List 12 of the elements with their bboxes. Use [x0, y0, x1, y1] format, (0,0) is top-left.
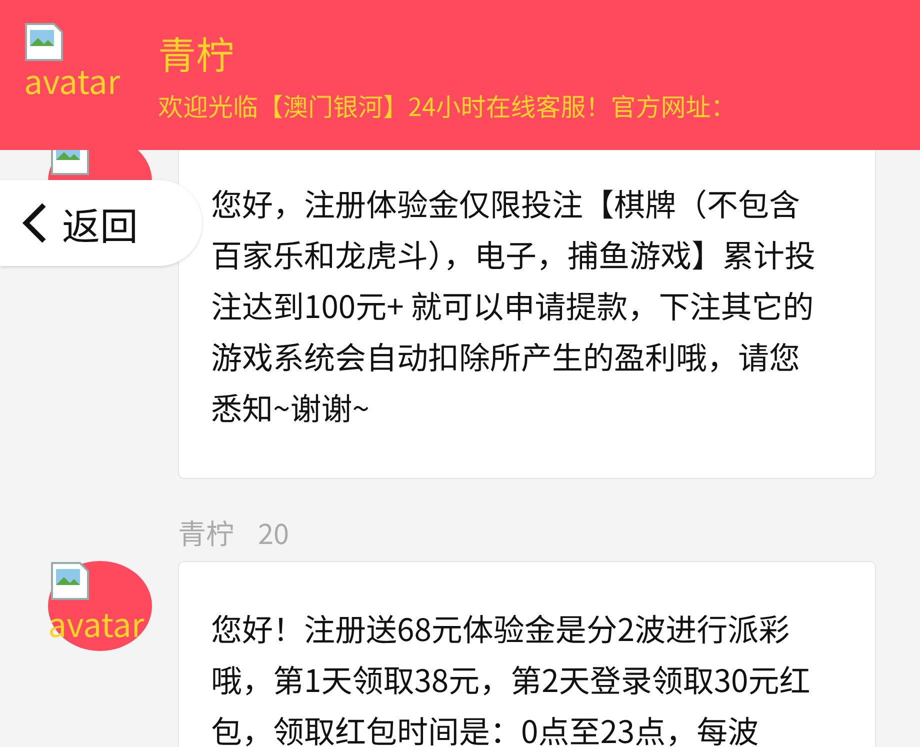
chevron-left-icon: [20, 201, 48, 245]
avatar-alt-text: avatar: [48, 607, 144, 640]
contact-name: 青柠: [158, 32, 236, 74]
broken-image-icon: [24, 22, 64, 62]
marquee-text: 欢迎光临【澳门银河】24小时在线客服！官方网址：: [158, 88, 736, 124]
broken-image-icon: [50, 561, 90, 601]
avatar-alt-text: avatar: [24, 64, 122, 97]
message-text: 您好！注册送68元体验金是分2波进行派彩哦，第1天领取38元，第2天登录领取30元红包，领取红包时间是：0点至23点，每波: [211, 604, 812, 747]
sender-name: 青柠: [178, 513, 234, 553]
back-button[interactable]: 返回: [0, 180, 202, 266]
message-time: 20: [258, 513, 290, 553]
message-text: 您好，注册体验金仅限投注【棋牌（不包含百家乐和龙虎斗），电子，捕鱼游戏】累计投注达到100元+ 就可以申请提款，下注其它的游戏系统会自动扣除所产生的盈利哦，请您悉知~谢谢~: [211, 179, 816, 431]
